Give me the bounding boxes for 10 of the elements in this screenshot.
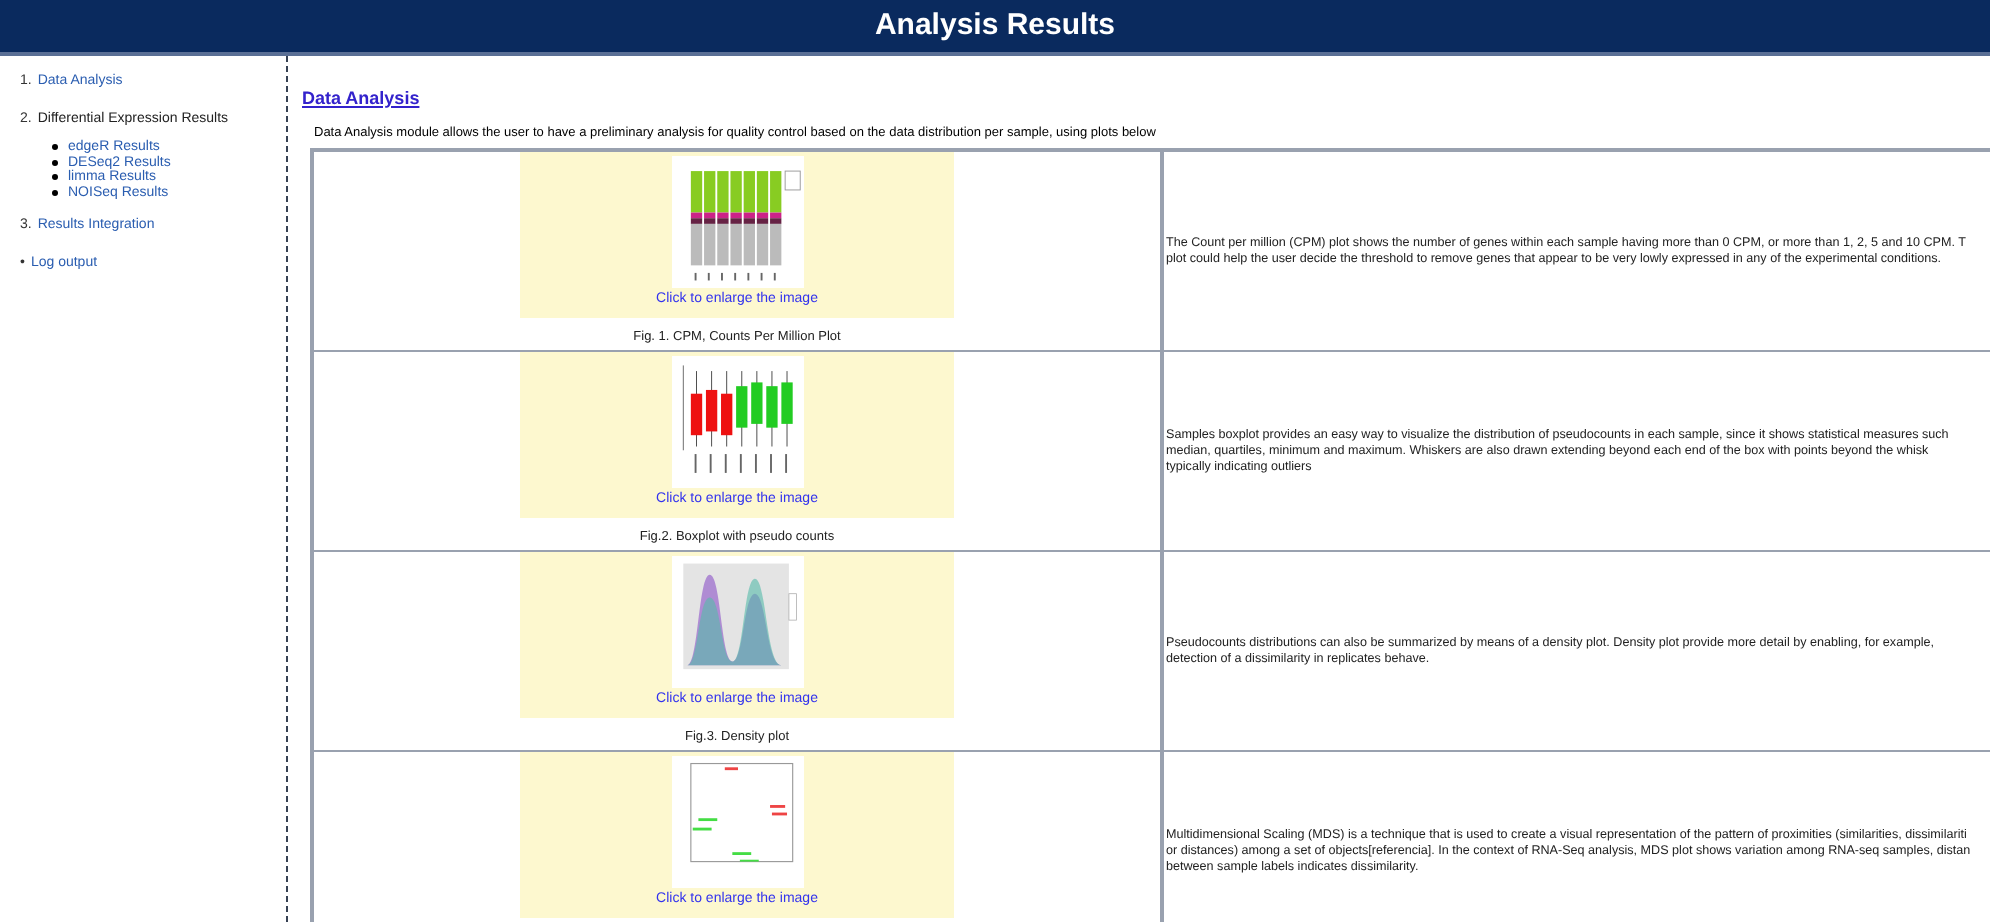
scatter-plot-drawing [689, 763, 793, 863]
bullet-icon [52, 159, 58, 166]
page-title: Analysis Results [874, 5, 1116, 46]
bullet-icon [52, 174, 58, 181]
bullet-icon [52, 189, 58, 196]
boxplot-drawing [681, 365, 792, 474]
bullet-icon [52, 144, 58, 151]
section-heading[interactable]: Data Analysis [302, 86, 420, 113]
density-plot-drawing [682, 564, 796, 670]
stacked-bar-chart-drawing [689, 171, 800, 281]
